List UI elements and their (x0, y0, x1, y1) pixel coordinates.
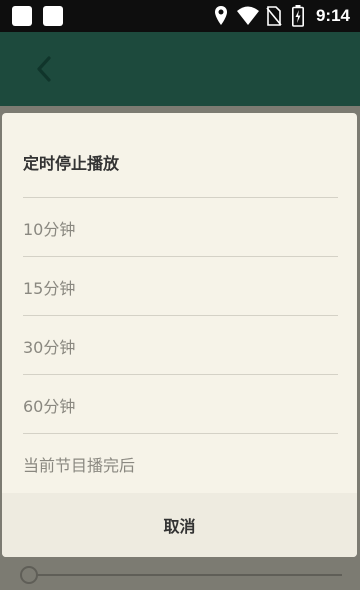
progress-track[interactable] (30, 574, 342, 576)
option-60-min[interactable]: 60分钟 (23, 376, 338, 434)
option-label: 15分钟 (23, 279, 76, 298)
status-bar: 9:14 (0, 0, 360, 32)
dialog-title: 定时停止播放 (23, 154, 120, 173)
no-sim-icon (266, 6, 282, 26)
option-after-current-episode[interactable]: 当前节目播完后 (23, 435, 338, 493)
option-label: 30分钟 (23, 338, 76, 357)
divider (23, 374, 338, 375)
battery-charging-icon (292, 5, 304, 27)
divider (23, 197, 338, 198)
option-15-min[interactable]: 15分钟 (23, 258, 338, 316)
notification-icon (43, 6, 63, 26)
status-time: 9:14 (315, 6, 350, 25)
sleep-timer-dialog: 定时停止播放 10分钟 15分钟 30分钟 60分钟 当前节目播完后 取消 (2, 113, 357, 557)
option-30-min[interactable]: 30分钟 (23, 317, 338, 375)
location-icon (215, 6, 227, 25)
cancel-button[interactable]: 取消 (2, 493, 357, 557)
divider (23, 256, 338, 257)
divider (23, 315, 338, 316)
option-10-min[interactable]: 10分钟 (23, 199, 338, 257)
divider (23, 433, 338, 434)
notification-icon (12, 6, 32, 26)
option-label: 60分钟 (23, 397, 76, 416)
chevron-left-icon[interactable] (32, 54, 56, 84)
option-label: 10分钟 (23, 220, 76, 239)
wifi-icon (237, 6, 259, 25)
option-label: 当前节目播完后 (23, 456, 136, 475)
cancel-label: 取消 (163, 517, 196, 536)
progress-thumb[interactable] (20, 566, 38, 584)
app-header (0, 32, 360, 106)
